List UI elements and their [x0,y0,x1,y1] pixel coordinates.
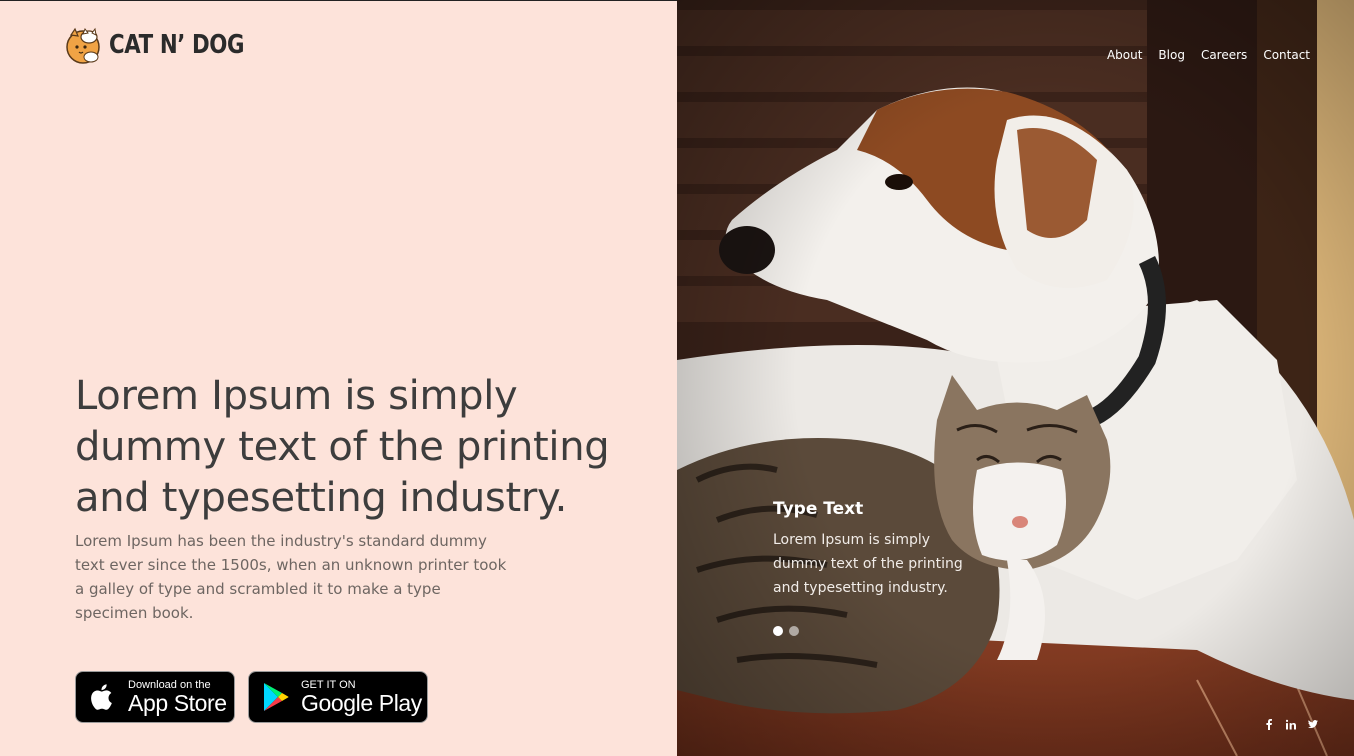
main-nav: About Blog Careers Contact [1107,48,1310,62]
carousel-indicators [773,626,799,636]
app-store-big-label: App Store [128,689,227,716]
dog-and-cat-photo [677,0,1354,756]
google-play-button[interactable]: GET IT ON Google Play [248,671,428,723]
nav-careers[interactable]: Careers [1201,48,1247,62]
linkedin-icon[interactable] [1286,718,1296,730]
app-store-button[interactable]: Download on the App Store [75,671,235,723]
google-play-small-label: GET IT ON [301,678,356,691]
carousel-dot-2[interactable] [789,626,799,636]
google-play-big-label: Google Play [301,689,422,716]
brand-name: CAT N’ DOG [109,30,245,60]
left-panel: CAT N’ DOG Lorem Ipsum is simply dummy t… [0,0,677,756]
slide-text: Lorem Ipsum is simply dummy text of the … [773,532,963,596]
google-play-icon [264,683,289,711]
nav-about[interactable]: About [1107,48,1142,62]
apple-icon [91,684,112,710]
hero-body: Lorem Ipsum has been the industry's stan… [75,532,507,622]
brand-logo[interactable]: CAT N’ DOG [65,25,274,65]
facebook-icon[interactable] [1264,718,1274,730]
app-store-small-label: Download on the [128,678,211,691]
slide-caption: Type Text Lorem Ipsum is simply dummy te… [773,498,983,600]
slide-title: Type Text [773,499,864,519]
social-links [1264,718,1318,730]
carousel-dot-1[interactable] [773,626,783,636]
nav-blog[interactable]: Blog [1158,48,1185,62]
nav-contact[interactable]: Contact [1263,48,1310,62]
hero-carousel: About Blog Careers Contact Type Text Lor… [677,0,1354,756]
cat-dog-logo-icon [66,27,100,64]
hero-headline: Lorem Ipsum is simply dummy text of the … [75,373,610,521]
twitter-icon[interactable] [1308,718,1318,730]
